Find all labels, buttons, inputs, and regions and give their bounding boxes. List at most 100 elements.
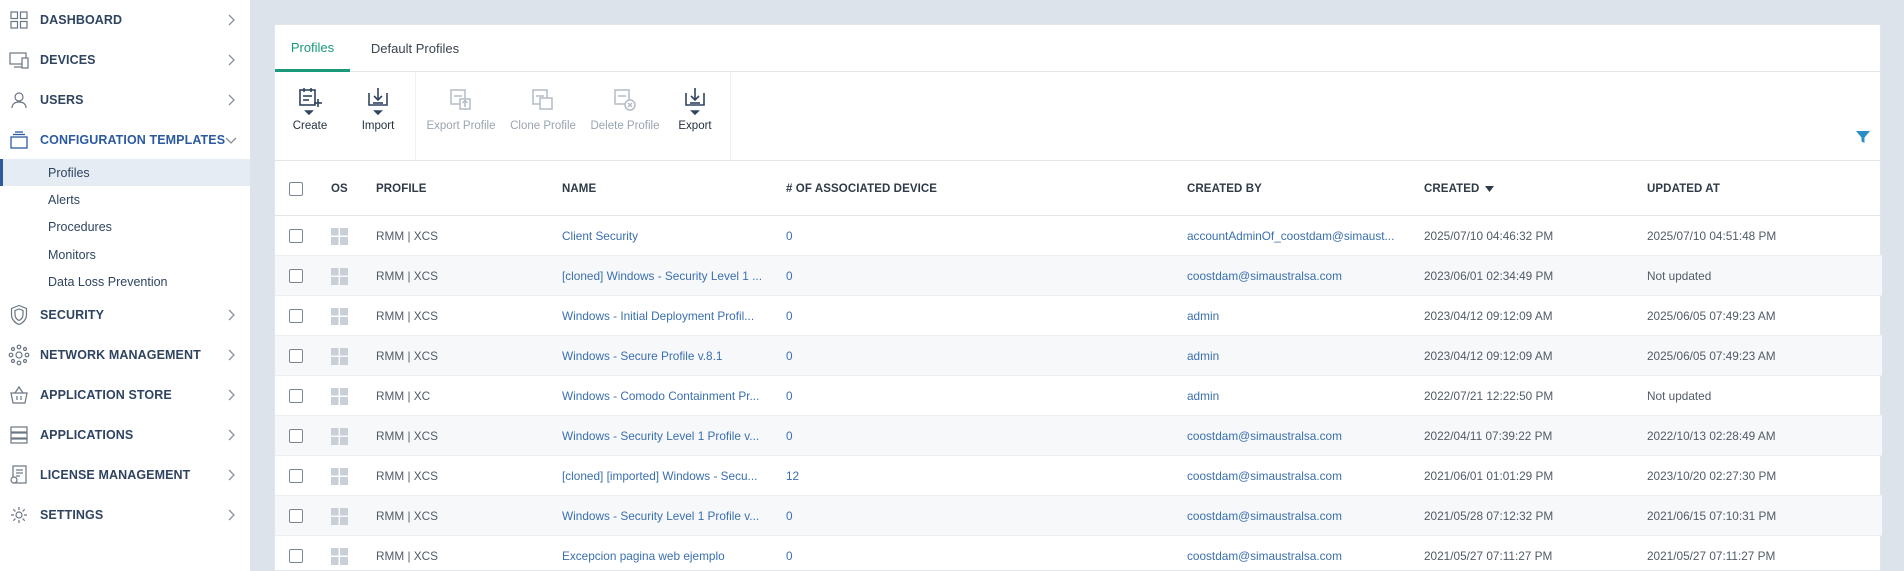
row-checkbox[interactable] (289, 229, 303, 243)
export-button[interactable]: Export (670, 84, 720, 144)
import-button[interactable]: Import (353, 84, 403, 144)
row-checkbox-cell (289, 456, 309, 496)
user-icon (8, 89, 30, 111)
column-created[interactable]: CREATED (1424, 162, 1624, 216)
row-checkbox[interactable] (289, 429, 303, 443)
sort-desc-icon (1485, 186, 1495, 192)
associated-devices-link[interactable]: 0 (786, 496, 886, 536)
profile-name-link[interactable]: Windows - Security Level 1 Profile v... (562, 416, 762, 456)
create-icon (296, 84, 324, 118)
updated-date: 2022/10/13 02:28:49 AM (1647, 429, 1776, 443)
sidebar-item-license-management[interactable]: LICENSE MANAGEMENT (0, 459, 250, 491)
export-profile-button[interactable]: Export Profile (421, 84, 501, 144)
table-row[interactable]: RMM | XCS Windows - Secure Profile v.8.1… (275, 336, 1882, 376)
sidebar-item-network-management[interactable]: NETWORK MANAGEMENT (0, 339, 250, 371)
associated-devices-link[interactable]: 0 (786, 216, 886, 256)
profile-name-link[interactable]: Windows - Initial Deployment Profil... (562, 296, 762, 336)
column-associated-devices[interactable]: # OF ASSOCIATED DEVICE (786, 162, 1086, 216)
sidebar-subitem-label: Alerts (48, 192, 80, 207)
create-button[interactable]: Create (285, 84, 335, 144)
row-checkbox[interactable] (289, 349, 303, 363)
column-profile[interactable]: PROFILE (376, 162, 526, 216)
table-row[interactable]: RMM | XCS Windows - Initial Deployment P… (275, 296, 1882, 336)
associated-devices-link[interactable]: 0 (786, 256, 886, 296)
row-checkbox[interactable] (289, 389, 303, 403)
basket-icon (8, 384, 30, 406)
profile-name-link[interactable]: [cloned] Windows - Security Level 1 ... (562, 256, 762, 296)
sidebar-item-applications[interactable]: APPLICATIONS (0, 419, 250, 451)
column-name[interactable]: NAME (562, 162, 762, 216)
profile-name-link[interactable]: Client Security (562, 216, 762, 256)
profile-type: RMM | XCS (376, 309, 439, 323)
associated-devices-link[interactable]: 0 (786, 336, 886, 376)
delete-profile-label: Delete Profile (590, 120, 660, 132)
row-checkbox-cell (289, 256, 309, 296)
row-checkbox[interactable] (289, 509, 303, 523)
tab-profiles[interactable]: Profiles (275, 25, 350, 72)
column-created-by[interactable]: CREATED BY (1187, 162, 1399, 216)
table-row[interactable]: RMM | XCS Client Security 0 accountAdmin… (275, 216, 1882, 256)
created-by-link[interactable]: coostdam@simaustralsa.com (1187, 456, 1399, 496)
sidebar-subitem-monitors[interactable]: Monitors (0, 241, 250, 268)
sidebar-item-devices[interactable]: DEVICES (0, 44, 250, 76)
sidebar-item-settings[interactable]: SETTINGS (0, 499, 250, 531)
table-row[interactable]: RMM | XC Windows - Comodo Containment Pr… (275, 376, 1882, 416)
associated-devices-link[interactable]: 0 (786, 416, 886, 456)
associated-devices-link[interactable]: 0 (786, 536, 886, 571)
created-by-link[interactable]: coostdam@simaustralsa.com (1187, 496, 1399, 536)
associated-devices-link[interactable]: 0 (786, 376, 886, 416)
table-row[interactable]: RMM | XCS [cloned] [imported] Windows - … (275, 456, 1882, 496)
table-row[interactable]: RMM | XCS Windows - Security Level 1 Pro… (275, 416, 1882, 456)
row-checkbox[interactable] (289, 269, 303, 283)
created-by-link[interactable]: admin (1187, 296, 1399, 336)
created-by-link[interactable]: coostdam@simaustralsa.com (1187, 416, 1399, 456)
created-date: 2023/04/12 09:12:09 AM (1424, 349, 1553, 363)
sidebar-item-label: USERS (40, 93, 84, 107)
created-date: 2022/07/21 12:22:50 PM (1424, 389, 1554, 403)
windows-icon (331, 496, 355, 536)
tab-bar: Profiles Default Profiles (275, 25, 1882, 72)
table-row[interactable]: RMM | XCS [cloned] Windows - Security Le… (275, 256, 1882, 296)
created-by-link[interactable]: accountAdminOf_coostdam@simaust... (1187, 216, 1399, 256)
sidebar-item-dashboard[interactable]: DASHBOARD (0, 4, 250, 36)
select-all-checkbox[interactable] (289, 182, 303, 196)
row-checkbox[interactable] (289, 309, 303, 323)
profile-name-link[interactable]: Windows - Security Level 1 Profile v... (562, 496, 762, 536)
sidebar-subitem-data-loss-prevention[interactable]: Data Loss Prevention (0, 268, 250, 295)
column-created-label: CREATED (1424, 183, 1480, 195)
windows-icon (331, 216, 355, 256)
gear-icon (8, 504, 30, 526)
delete-profile-button[interactable]: Delete Profile (583, 84, 667, 144)
sidebar-item-security[interactable]: SECURITY (0, 299, 250, 331)
table-row[interactable]: RMM | XCS Windows - Security Level 1 Pro… (275, 496, 1882, 536)
column-updated-at[interactable]: UPDATED AT (1647, 162, 1847, 216)
table-row[interactable]: RMM | XCS Excepcion pagina web ejemplo 0… (275, 536, 1882, 571)
updated-date: 2021/05/27 07:11:27 PM (1647, 549, 1776, 563)
profile-name-link[interactable]: Windows - Secure Profile v.8.1 (562, 336, 762, 376)
sidebar-subitem-procedures[interactable]: Procedures (0, 213, 250, 240)
profile-name-link[interactable]: Excepcion pagina web ejemplo (562, 536, 762, 571)
sidebar-item-application-store[interactable]: APPLICATION STORE (0, 379, 250, 411)
sidebar-subitem-profiles[interactable]: Profiles (0, 159, 250, 186)
row-checkbox-cell (289, 536, 309, 571)
clone-profile-button[interactable]: Clone Profile (503, 84, 583, 144)
sidebar-item-configuration-templates[interactable]: CONFIGURATION TEMPLATES (0, 124, 250, 156)
filter-button[interactable] (1854, 130, 1872, 148)
created-by-link[interactable]: coostdam@simaustralsa.com (1187, 256, 1399, 296)
column-os[interactable]: OS (331, 162, 355, 216)
tab-default-profiles[interactable]: Default Profiles (350, 25, 480, 72)
profile-name-link[interactable]: [cloned] [imported] Windows - Secu... (562, 456, 762, 496)
sidebar-item-users[interactable]: USERS (0, 84, 250, 116)
row-checkbox[interactable] (289, 549, 303, 563)
associated-devices-link[interactable]: 0 (786, 296, 886, 336)
sidebar-subitem-alerts[interactable]: Alerts (0, 186, 250, 213)
created-by-link[interactable]: coostdam@simaustralsa.com (1187, 536, 1399, 571)
clone-profile-label: Clone Profile (510, 120, 576, 132)
created-by-link[interactable]: admin (1187, 376, 1399, 416)
associated-devices-link[interactable]: 12 (786, 456, 886, 496)
export-profile-label: Export Profile (426, 120, 496, 132)
row-checkbox[interactable] (289, 469, 303, 483)
chevron-right-icon (225, 54, 237, 66)
profile-name-link[interactable]: Windows - Comodo Containment Pr... (562, 376, 762, 416)
created-by-link[interactable]: admin (1187, 336, 1399, 376)
